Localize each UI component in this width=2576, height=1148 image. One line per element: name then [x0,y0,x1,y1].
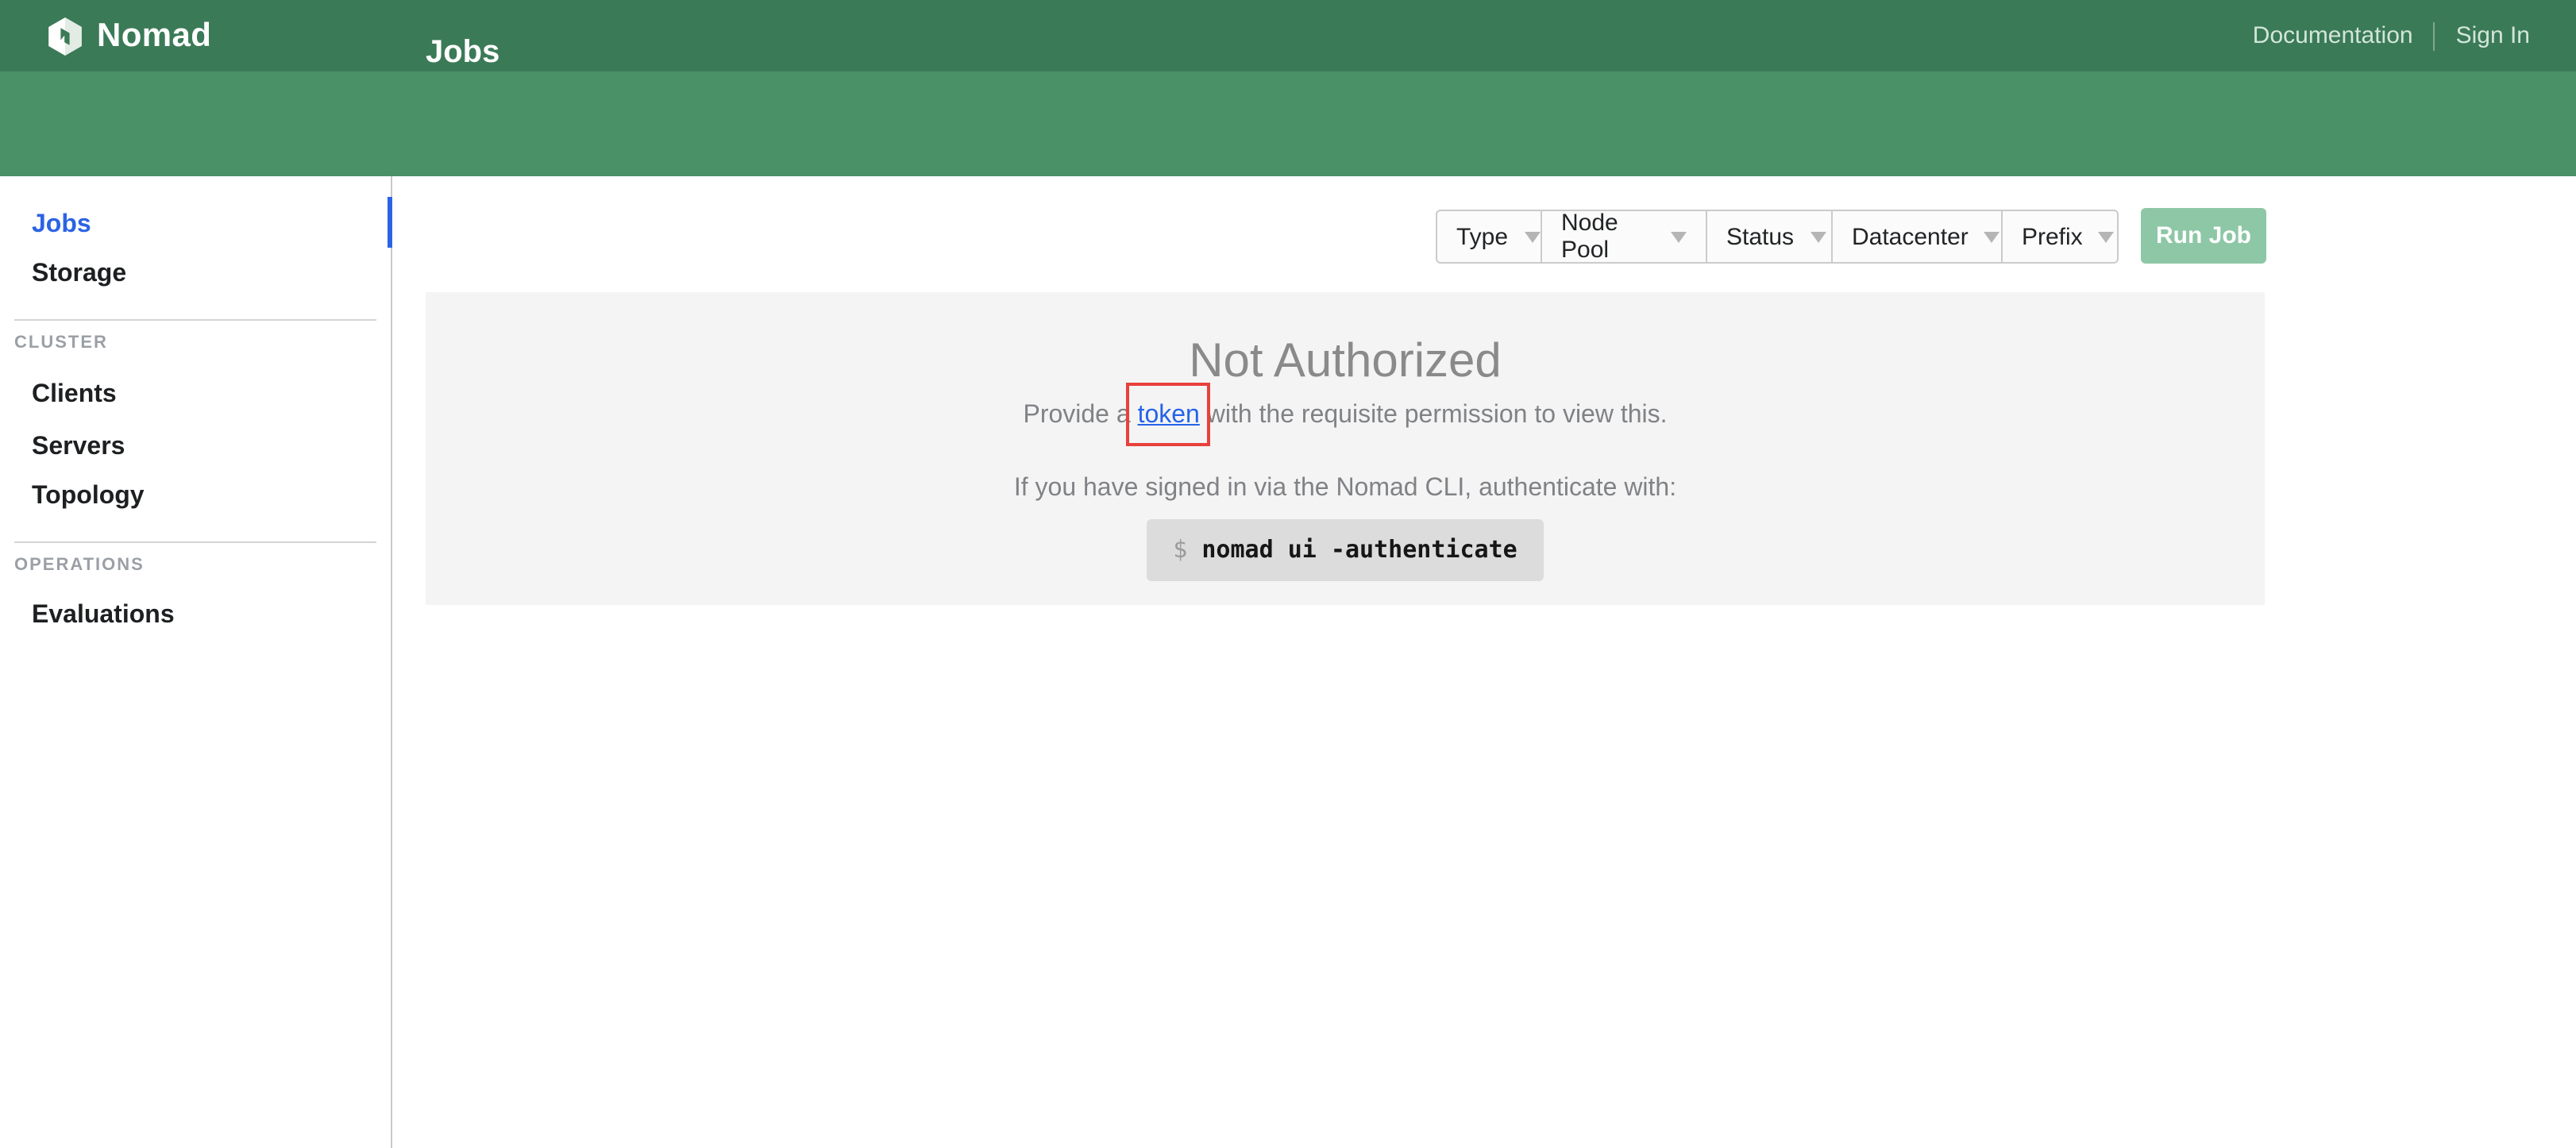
sidebar-heading-cluster: CLUSTER [14,333,108,354]
filter-node-pool-label: Node Pool [1561,210,1655,264]
shell-command: nomad ui -authenticate [1201,535,1517,564]
nomad-logo-icon [48,17,83,55]
shell-prompt: $ [1173,535,1187,564]
run-job-button[interactable]: Run Job [2141,208,2266,264]
chevron-down-icon [1984,231,2000,242]
cli-hint-text: If you have signed in via the Nomad CLI,… [426,470,2265,508]
filter-datacenter-label: Datacenter [1852,223,1969,250]
page-header [0,71,2576,176]
chevron-down-icon [1810,231,1826,242]
token-link[interactable]: token [1138,402,1200,429]
chevron-down-icon [1524,231,1540,242]
page-title: Jobs [426,0,499,105]
sidebar-item-clients[interactable]: Clients [32,378,117,411]
topbar-divider [2434,21,2435,50]
sidebar-item-storage[interactable]: Storage [32,257,126,291]
not-authorized-message: Provide a token with the requisite permi… [426,397,2265,435]
sidebar-divider [14,319,376,321]
sidebar-item-topology[interactable]: Topology [32,480,145,513]
token-annotation-wrap: token [1138,397,1200,435]
filter-type-label: Type [1456,223,1508,250]
sidebar-right-border [391,176,392,1148]
sidebar-item-jobs[interactable]: Jobs [32,208,91,241]
sign-in-link[interactable]: Sign In [2456,22,2530,49]
sidebar-active-indicator [388,197,392,248]
nomad-brand[interactable]: Nomad [48,17,211,55]
filter-node-pool-dropdown[interactable]: Node Pool [1541,210,1707,264]
documentation-link[interactable]: Documentation [2253,22,2413,49]
jobs-filter-bar: Type Node Pool Status Datacenter Prefix [1436,210,2119,264]
topbar-links: Documentation Sign In [2253,0,2530,71]
cli-command-code-block: $ nomad ui -authenticate [1146,519,1544,581]
filter-status-label: Status [1726,223,1794,250]
filter-prefix-dropdown[interactable]: Prefix [2001,210,2119,264]
sidebar-item-evaluations[interactable]: Evaluations [32,599,175,632]
sidebar-divider [14,541,376,543]
filter-status-dropdown[interactable]: Status [1706,210,1833,264]
message-prefix: Provide a [1023,402,1137,429]
brand-title: Nomad [97,17,211,55]
chevron-down-icon [1671,231,1687,242]
sidebar-heading-operations: OPERATIONS [14,556,145,576]
page: Nomad Documentation Sign In Jobs Jobs St… [0,0,2576,1148]
not-authorized-title: Not Authorized [426,333,2265,391]
filter-type-dropdown[interactable]: Type [1436,210,1542,264]
not-authorized-panel: Not Authorized Provide a token with the … [426,292,2265,605]
filter-prefix-label: Prefix [2022,223,2083,250]
filter-datacenter-dropdown[interactable]: Datacenter [1831,210,2003,264]
top-navigation-bar: Nomad Documentation Sign In [0,0,2576,71]
message-suffix: with the requisite permission to view th… [1200,402,1668,429]
chevron-down-icon [2099,231,2115,242]
sidebar-item-servers[interactable]: Servers [32,430,125,464]
